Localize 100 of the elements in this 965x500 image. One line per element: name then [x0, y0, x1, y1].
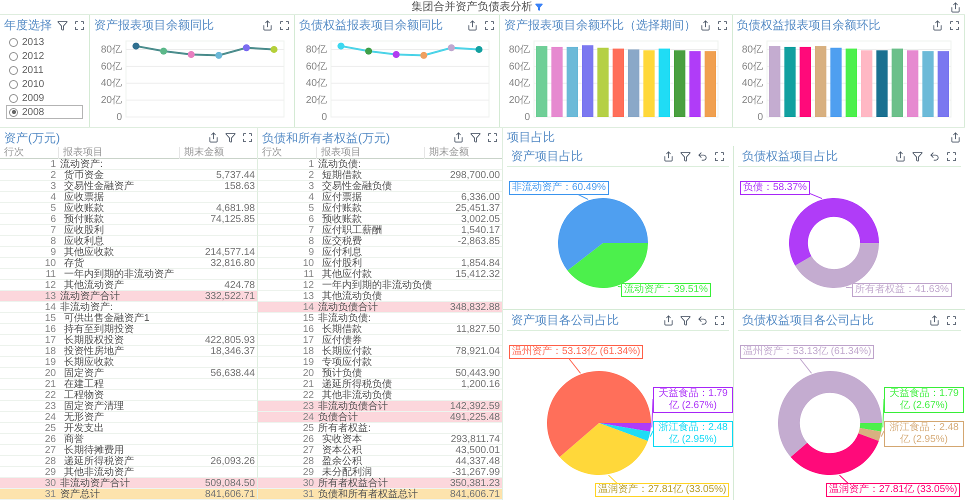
share-icon[interactable]: [895, 150, 906, 162]
radio-option[interactable]: 2010: [6, 77, 83, 91]
radio-option[interactable]: 2011: [6, 63, 83, 77]
table-cell-text: 未分配利润: [322, 467, 373, 478]
column-header: 期末金额: [424, 147, 502, 159]
slice-label: 温润资产：27.81亿 (33.05%): [595, 483, 730, 497]
bar: [551, 46, 563, 117]
share-icon[interactable]: [262, 20, 273, 30]
leader-line: [651, 398, 654, 428]
radio-option[interactable]: 2012: [6, 49, 83, 63]
share-icon[interactable]: [453, 132, 464, 143]
bar: [845, 48, 856, 117]
row-number: 20: [44, 368, 57, 379]
row-number: 21: [302, 379, 315, 390]
share-icon[interactable]: [467, 20, 478, 30]
table-cell-text: 4,681.98: [215, 203, 256, 214]
data-point: [476, 46, 482, 53]
radio-option[interactable]: 2008: [6, 105, 83, 119]
row-number: 7: [307, 225, 315, 236]
row-number: 4: [49, 192, 57, 203]
table-cell-text: 841,606.71: [448, 489, 501, 500]
table-cell-text: 32,816.80: [210, 258, 256, 269]
row-number: 6: [49, 214, 57, 225]
row-number: 26: [44, 434, 57, 445]
share-icon[interactable]: [929, 314, 940, 326]
table-cell-text: 固定资产: [63, 368, 105, 379]
table-cell-text: 交易性金融负债: [321, 181, 393, 192]
row-number: 15: [44, 313, 57, 324]
row-number: 22: [44, 390, 57, 401]
table-cell-text: 预计负债: [321, 368, 362, 379]
expand-icon[interactable]: [279, 20, 290, 30]
table-cell-text: 一年内到期的非流动资产: [63, 269, 175, 280]
row-number: 30: [44, 478, 57, 489]
expand-icon[interactable]: [714, 314, 725, 326]
table-cell-text: 应收股利: [63, 225, 105, 236]
table-cell-text: 预付账款: [63, 214, 105, 225]
share-icon[interactable]: [700, 20, 710, 30]
panel-title: 项目占比: [507, 129, 555, 146]
expand-icon[interactable]: [484, 20, 495, 30]
table-cell-text: 货币资金: [63, 170, 104, 181]
filter-icon[interactable]: [57, 20, 68, 30]
table-cell-text: 158.63: [223, 181, 256, 192]
table-cell-text: 332,522.71: [204, 291, 256, 302]
expand-icon[interactable]: [949, 20, 960, 30]
expand-icon[interactable]: [487, 132, 498, 143]
share-icon[interactable]: [932, 20, 943, 30]
filter-icon[interactable]: [470, 132, 481, 143]
table-cell-text: 其他非流动资产: [64, 467, 135, 478]
bar: [860, 50, 872, 117]
table-cell-text: 实收资本: [321, 434, 363, 445]
row-number: 24: [302, 412, 315, 423]
data-point: [448, 44, 455, 52]
table-cell-text: 非流动资产合计: [59, 478, 131, 489]
share-icon[interactable]: [663, 150, 674, 162]
radio-option[interactable]: 2013: [6, 35, 83, 49]
row-number: 22: [302, 390, 315, 401]
filter-icon[interactable]: [912, 150, 923, 162]
dashboard-title: 集团合并资产负债表分析: [412, 0, 532, 14]
slice-label: 流动资产：39.51%: [621, 283, 711, 297]
expand-icon[interactable]: [242, 132, 253, 143]
bar: [674, 50, 686, 117]
share-icon[interactable]: [208, 132, 219, 143]
bar: [906, 50, 918, 117]
undo-icon[interactable]: [697, 314, 708, 326]
row-number: 2: [307, 170, 315, 181]
table-cell-text: 298,700.00: [448, 170, 501, 181]
tick-label: 40亿: [508, 78, 530, 90]
share-icon[interactable]: [663, 314, 674, 326]
tick-label: 0: [116, 112, 122, 123]
undo-icon[interactable]: [697, 150, 708, 162]
undo-icon[interactable]: [929, 150, 940, 162]
tick-label: 60亿: [508, 61, 530, 72]
table-cell-text: 长期应收款: [63, 357, 115, 368]
expand-icon[interactable]: [716, 20, 728, 30]
panel-title: 负债权益项目各公司占比: [742, 312, 874, 329]
expand-icon[interactable]: [946, 314, 957, 326]
row-number: 2: [49, 170, 57, 181]
filter-icon[interactable]: [225, 132, 236, 143]
row-number: 26: [302, 434, 315, 445]
panel-title: 负债和所有者权益(万元): [262, 130, 390, 146]
filter-icon[interactable]: [534, 3, 542, 11]
share-icon[interactable]: [950, 132, 961, 142]
expand-icon[interactable]: [74, 20, 85, 30]
expand-icon[interactable]: [714, 150, 725, 162]
table-cell-text: 50,443.90: [454, 368, 501, 379]
table-cell-text: 长期借款: [321, 324, 363, 335]
radio-option[interactable]: 2009: [6, 91, 83, 105]
panel-title: 年度选择: [4, 17, 52, 34]
row-number: 10: [302, 258, 315, 269]
table-cell-text: 递延所得税资产: [63, 456, 135, 467]
filter-icon[interactable]: [680, 314, 691, 326]
expand-icon[interactable]: [946, 150, 957, 162]
table-cell-text: 6,336.00: [460, 192, 501, 203]
data-point: [215, 52, 222, 59]
table-cell-text: 424.78: [223, 280, 256, 291]
filter-icon[interactable]: [680, 150, 691, 162]
share-icon[interactable]: [950, 2, 961, 12]
row-number: 29: [302, 467, 315, 478]
table-cell-text: 214,577.14: [204, 247, 256, 258]
row-number: 13: [44, 291, 57, 302]
